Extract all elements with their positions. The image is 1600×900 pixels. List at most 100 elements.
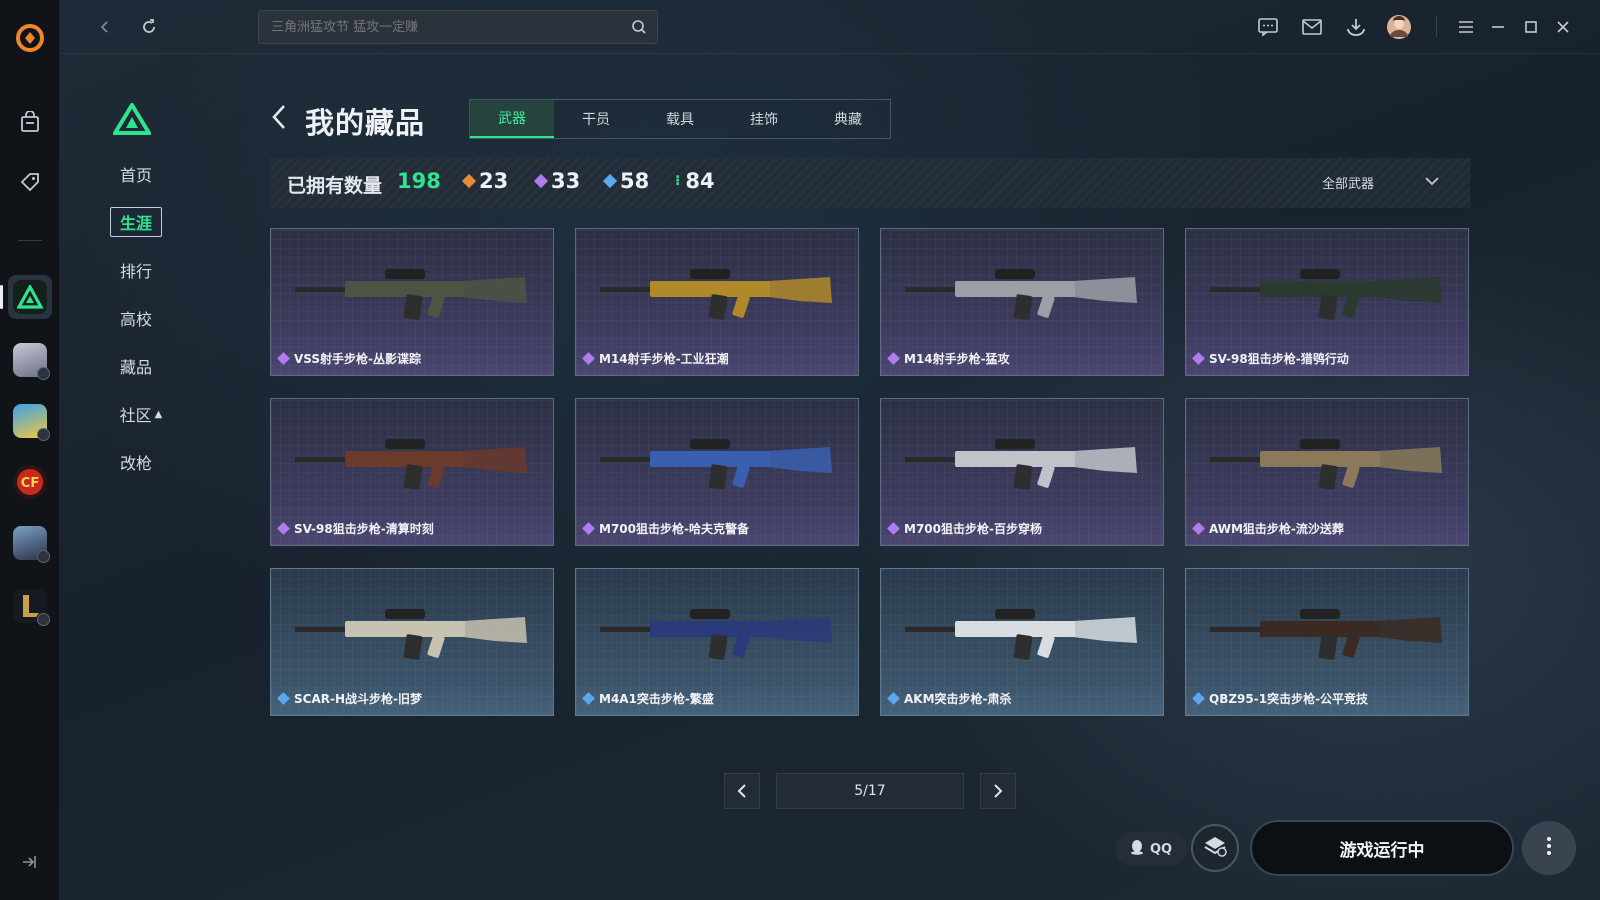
qq-penguin-icon bbox=[1130, 839, 1144, 859]
rarity-orange-value: 23 bbox=[479, 169, 509, 193]
collection-item-card[interactable]: M14射手步枪-工业狂潮 bbox=[575, 228, 859, 376]
tab-weapons[interactable]: 武器 bbox=[470, 100, 554, 138]
next-page-button[interactable] bbox=[980, 773, 1016, 809]
shop-bag-icon[interactable] bbox=[8, 100, 52, 144]
owned-label: 已拥有数量 bbox=[287, 175, 383, 197]
user-avatar[interactable] bbox=[1386, 14, 1412, 40]
collection-item-card[interactable]: SCAR-H战斗步枪-旧梦 bbox=[270, 568, 554, 716]
collapse-rail-icon[interactable] bbox=[20, 853, 38, 875]
item-name: M4A1突击步枪-繁盛 bbox=[582, 690, 714, 707]
weapon-image bbox=[905, 591, 1141, 675]
item-name: M700狙击步枪-哈夫克警备 bbox=[582, 520, 749, 537]
blue-gem-icon bbox=[602, 173, 618, 189]
collection-item-card[interactable]: SV-98狙击步枪-清算时刻 bbox=[270, 398, 554, 546]
collection-item-card[interactable]: M700狙击步枪-百步穿杨 bbox=[880, 398, 1164, 546]
page-title: 我的藏品 bbox=[305, 106, 426, 140]
tab-operators[interactable]: 干员 bbox=[554, 100, 638, 138]
filter-label: 全部武器 bbox=[1321, 177, 1374, 192]
rarity-gem-icon bbox=[1192, 522, 1205, 535]
launch-game-button[interactable]: 游戏运行中 bbox=[1250, 820, 1514, 876]
item-name-label: QBZ95-1突击步枪-公平竞技 bbox=[1209, 692, 1369, 706]
rarity-blue-value: 58 bbox=[620, 169, 650, 193]
purple-gem-icon bbox=[533, 173, 549, 189]
rarity-orange-count: 23 bbox=[461, 169, 509, 193]
back-arrow-icon[interactable] bbox=[92, 14, 118, 40]
close-icon[interactable] bbox=[1550, 14, 1576, 40]
svg-text:CF: CF bbox=[21, 476, 39, 491]
item-name: SV-98狙击步枪-猎鸮行动 bbox=[1192, 350, 1349, 367]
rarity-gem-icon bbox=[887, 522, 900, 535]
weapon-image bbox=[295, 421, 531, 505]
prev-page-button[interactable] bbox=[724, 773, 760, 809]
nav-career[interactable]: 生涯 bbox=[110, 207, 162, 237]
rarity-gem-icon bbox=[582, 692, 595, 705]
weapon-image bbox=[905, 251, 1141, 335]
nav-community[interactable]: 社区 ▲ bbox=[110, 399, 172, 429]
item-name: M14射手步枪-猛攻 bbox=[887, 350, 1010, 367]
game-brand-logo-icon bbox=[111, 101, 153, 139]
collection-item-card[interactable]: SV-98狙击步枪-猎鸮行动 bbox=[1185, 228, 1469, 376]
collection-item-card[interactable]: M4A1突击步枪-繁盛 bbox=[575, 568, 859, 716]
topbar-divider bbox=[1436, 17, 1437, 37]
download-icon[interactable] bbox=[1343, 14, 1369, 40]
item-name: SCAR-H战斗步枪-旧梦 bbox=[277, 690, 422, 707]
game-settings-button[interactable] bbox=[1191, 824, 1239, 872]
page-back-icon[interactable] bbox=[270, 103, 290, 135]
nav-ranking[interactable]: 排行 bbox=[110, 255, 162, 285]
collection-item-card[interactable]: M700狙击步枪-哈夫克警备 bbox=[575, 398, 859, 546]
rail-divider bbox=[18, 240, 42, 241]
rarity-gem-icon bbox=[1192, 692, 1205, 705]
item-name-label: M700狙击步枪-哈夫克警备 bbox=[599, 522, 749, 536]
weapon-image bbox=[600, 591, 836, 675]
chat-icon[interactable] bbox=[1255, 14, 1281, 40]
weapon-image bbox=[600, 421, 836, 505]
game-hero-icon[interactable] bbox=[8, 521, 52, 565]
collection-item-card[interactable]: M14射手步枪-猛攻 bbox=[880, 228, 1164, 376]
item-name-label: VSS射手步枪-丛影谍踪 bbox=[294, 352, 422, 366]
menu-icon[interactable] bbox=[1453, 14, 1479, 40]
more-vertical-icon bbox=[1546, 836, 1552, 860]
search-icon[interactable] bbox=[631, 19, 647, 39]
item-name-label: M4A1突击步枪-繁盛 bbox=[599, 692, 714, 706]
qq-login-button[interactable]: QQ bbox=[1115, 832, 1187, 866]
collection-item-card[interactable]: AWM狙击步枪-流沙送葬 bbox=[1185, 398, 1469, 546]
rarity-gem-icon bbox=[887, 352, 900, 365]
weapon-image bbox=[295, 591, 531, 675]
game-crossfire-icon[interactable]: CF bbox=[8, 460, 52, 504]
more-options-button[interactable] bbox=[1522, 821, 1576, 875]
nav-university[interactable]: 高校 bbox=[110, 303, 162, 333]
maximize-icon[interactable] bbox=[1518, 14, 1544, 40]
app-logo-icon[interactable] bbox=[8, 16, 52, 60]
nav-community-label: 社区 bbox=[119, 406, 152, 425]
rarity-gem-icon bbox=[582, 352, 595, 365]
weapon-filter-dropdown[interactable]: 全部武器 bbox=[1322, 173, 1440, 192]
collection-item-card[interactable]: QBZ95-1突击步枪-公平竞技 bbox=[1185, 568, 1469, 716]
tab-charms[interactable]: 挂饰 bbox=[722, 100, 806, 138]
weapon-image bbox=[905, 421, 1141, 505]
search-input[interactable] bbox=[259, 11, 657, 43]
nav-collection[interactable]: 藏品 bbox=[110, 351, 162, 381]
tab-vehicles[interactable]: 载具 bbox=[638, 100, 722, 138]
nav-gun-mod[interactable]: 改枪 bbox=[110, 447, 162, 477]
nav-home[interactable]: 首页 bbox=[110, 159, 162, 189]
green-gem-icon: ⁝ bbox=[675, 173, 681, 189]
item-name-label: SCAR-H战斗步枪-旧梦 bbox=[294, 692, 422, 706]
collection-item-card[interactable]: VSS射手步枪-丛影谍踪 bbox=[270, 228, 554, 376]
collection-item-card[interactable]: AKM突击步枪-肃杀 bbox=[880, 568, 1164, 716]
item-name: QBZ95-1突击步枪-公平竞技 bbox=[1192, 690, 1369, 707]
tag-icon[interactable] bbox=[8, 160, 52, 204]
game-lol-icon[interactable] bbox=[8, 584, 52, 628]
mail-icon[interactable] bbox=[1299, 14, 1325, 40]
game-cartoon-icon[interactable] bbox=[8, 399, 52, 443]
weapon-image bbox=[1210, 591, 1446, 675]
item-name-label: M14射手步枪-猛攻 bbox=[904, 352, 1010, 366]
minimize-icon[interactable] bbox=[1485, 14, 1511, 40]
category-tabs: 武器 干员 载具 挂饰 典藏 bbox=[469, 99, 891, 139]
refresh-icon[interactable] bbox=[136, 14, 162, 40]
rarity-gem-icon bbox=[582, 522, 595, 535]
item-name-label: SV-98狙击步枪-猎鸮行动 bbox=[1209, 352, 1349, 366]
rarity-purple-value: 33 bbox=[551, 169, 581, 193]
tab-collector[interactable]: 典藏 bbox=[806, 100, 890, 138]
game-delta-force-icon[interactable] bbox=[0, 275, 52, 319]
game-anime-icon[interactable] bbox=[8, 338, 52, 382]
